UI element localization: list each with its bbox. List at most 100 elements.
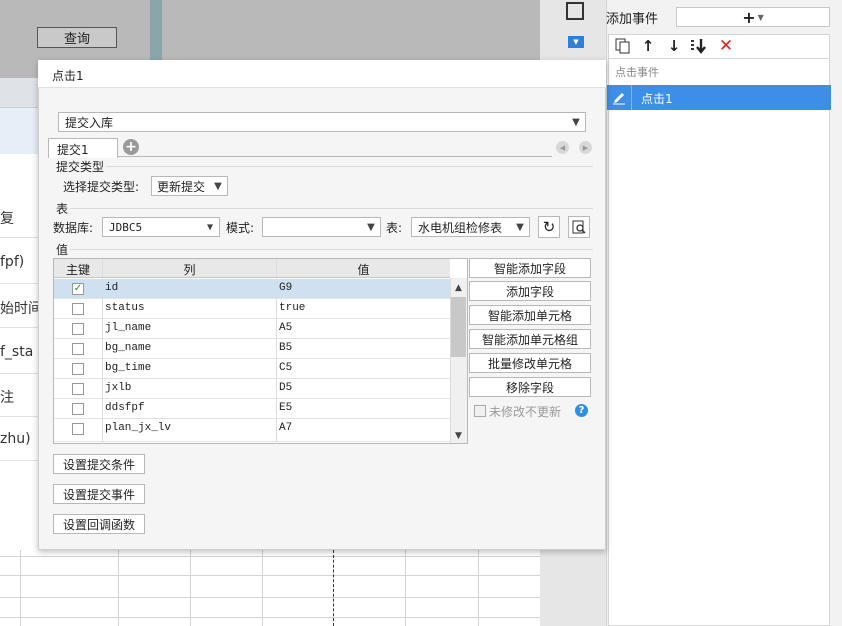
submit-type-section-label: 提交类型 [56,160,105,174]
batch-edit-cell-button[interactable]: 批量修改单元格 [469,353,591,373]
primary-key-checkbox[interactable] [72,423,84,435]
add-tab-icon[interactable]: + [123,139,139,155]
submit-type-select[interactable]: 更新提交 ▼ [151,176,228,196]
query-button[interactable]: 查询 [37,27,117,48]
grid-line [0,575,540,576]
tab-submit-1[interactable]: 提交1 [48,138,118,158]
delete-icon[interactable]: ✕ [716,36,736,56]
event-list [608,58,830,626]
choose-type-label: 选择提交类型: [63,180,140,194]
event-panel-title: 添加事件 [606,12,659,27]
tab-next-icon[interactable]: ▶ [579,141,592,154]
tab-prev-icon[interactable]: ◀ [556,141,569,154]
grid-line [405,550,406,626]
dropdown-icon[interactable]: ▼ [568,36,584,48]
value-cell: B5 [279,342,293,354]
arrow-down-icon[interactable]: ↓ [664,36,684,56]
sheet-cell[interactable]: f_sta [0,332,38,374]
event-group-label: 点击事件 [615,66,659,79]
divider-strip [150,0,162,62]
chevron-down-icon: ▼ [206,221,214,233]
chevron-down-icon: ▼ [572,116,580,128]
primary-key-checkbox[interactable] [72,303,84,315]
grid-line [478,550,479,626]
chevron-down-icon: ▼ [516,221,524,233]
primary-key-checkbox[interactable] [72,383,84,395]
primary-key-checkbox[interactable] [72,343,84,355]
sheet-cell[interactable]: zhu) [0,419,38,461]
square-icon[interactable] [566,2,584,20]
remove-field-button[interactable]: 移除字段 [469,377,591,397]
column-header-column: 列 [183,263,196,277]
grid-line [262,550,263,626]
sheet-cell[interactable]: 注 [0,375,38,417]
section-divider [70,249,593,250]
smart-add-field-button[interactable]: 智能添加字段 [469,258,591,278]
primary-key-checkbox[interactable] [72,363,84,375]
database-select[interactable]: JDBC5 ▼ [102,217,220,237]
pencil-icon[interactable] [607,85,632,110]
column-cell: id [105,282,119,294]
copy-icon[interactable] [613,36,633,56]
set-submit-condition-button[interactable]: 设置提交条件 [53,454,145,474]
column-header-value: 值 [357,263,370,277]
scrollbar-thumb[interactable] [451,297,466,357]
page-break-line [333,550,334,626]
table-row[interactable]: ddsfpf E5 [54,399,450,419]
table-row[interactable]: bg_name B5 [54,339,450,359]
smart-add-cell-group-button[interactable]: 智能添加单元格组 [469,329,591,349]
table-row[interactable]: status true [54,299,450,319]
mode-label: 模式: [226,221,255,235]
grid-line [118,550,119,626]
table-row[interactable]: jl_name A5 [54,319,450,339]
table-row[interactable]: bg_time C5 [54,359,450,379]
chevron-down-icon: ▼ [757,12,764,22]
table-row[interactable]: ✓ id G9 [54,279,450,299]
event-item-label: 点击1 [641,92,673,106]
sheet-grid[interactable] [0,550,540,626]
section-divider [106,166,593,167]
grid-line [0,597,540,598]
action-type-select[interactable]: 提交入库 ▼ [58,112,586,132]
column-divider [276,259,277,444]
database-label: 数据库: [53,221,94,235]
smart-add-cell-button[interactable]: 智能添加单元格 [469,305,591,325]
table-section-label: 表 [56,202,69,216]
move-bottom-icon[interactable] [689,36,709,56]
table-row[interactable]: plan_jx_lv A7 [54,419,450,442]
set-callback-function-button[interactable]: 设置回调函数 [53,514,145,534]
mode-select[interactable]: ▼ [262,217,381,237]
no-update-unchanged-label: 未修改不更新 [489,405,562,419]
column-cell: plan_jx_lv [105,422,172,434]
scroll-up-icon[interactable]: ▲ [451,280,466,295]
no-update-unchanged-checkbox[interactable] [474,405,486,417]
column-cell: ddsfpf [105,402,145,414]
primary-key-checkbox[interactable] [72,323,84,335]
value-cell: C5 [279,362,293,374]
sheet-cell[interactable]: 始时间 [0,286,38,328]
database-value: JDBC5 [109,220,143,234]
sheet-cell[interactable]: 复 [0,196,38,238]
scroll-down-icon[interactable]: ▼ [451,428,466,443]
help-icon[interactable]: ? [575,404,588,417]
add-event-button[interactable]: + ▼ [676,7,830,27]
refresh-icon[interactable]: ↻ [538,216,560,238]
grid-line [20,550,21,626]
arrow-up-icon[interactable]: ↑ [638,36,658,56]
add-field-button[interactable]: 添加字段 [469,281,591,301]
value-cell: D5 [279,382,293,394]
table-label: 表: [386,221,403,235]
primary-key-checkbox[interactable] [72,403,84,415]
value-cell: A5 [279,322,293,334]
set-submit-event-button[interactable]: 设置提交事件 [53,484,145,504]
table-row[interactable]: jxlb D5 [54,379,450,399]
chevron-down-icon: ▼ [214,180,222,192]
sheet-cell[interactable]: fpf) [0,242,38,284]
value-cell: A7 [279,422,293,434]
column-header-key: 主键 [65,263,90,277]
table-select[interactable]: 水电机组检修表 ▼ [411,217,530,237]
chevron-down-icon: ▼ [367,221,375,233]
grid-line [190,550,191,626]
primary-key-checkbox[interactable]: ✓ [72,283,84,295]
preview-table-icon[interactable] [568,216,590,238]
